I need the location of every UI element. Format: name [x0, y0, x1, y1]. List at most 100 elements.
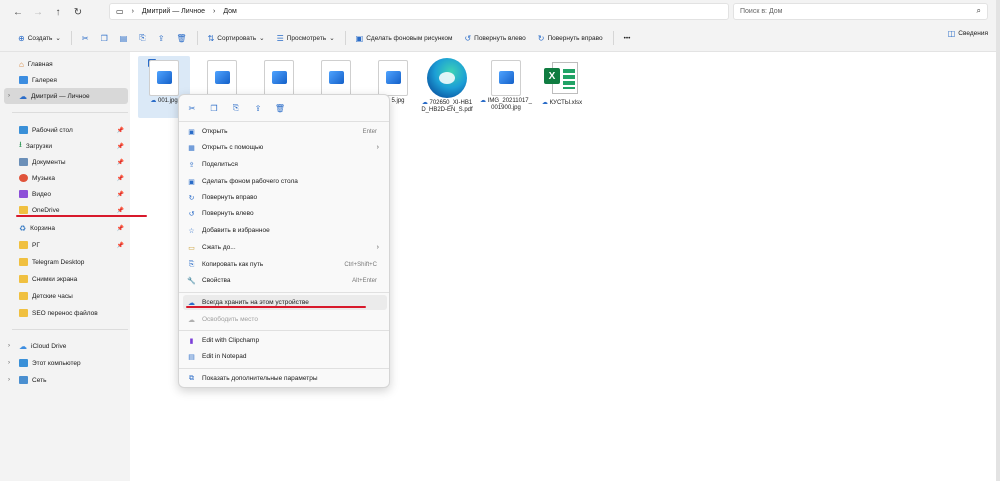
- rename-icon[interactable]: ⎘: [229, 101, 243, 115]
- sidebar-item-onedrive-personal[interactable]: › ☁ Дмитрий — Личное: [4, 88, 128, 104]
- rename-button[interactable]: ⎘: [133, 29, 151, 47]
- set-background-button[interactable]: ▣ Сделать фоновым рисунком: [350, 29, 459, 47]
- sidebar-item-label: OneDrive: [32, 206, 60, 214]
- sidebar-item-desktop[interactable]: Рабочий стол 📌: [4, 122, 128, 138]
- create-button[interactable]: ⊕ Создать ⌄: [12, 29, 67, 47]
- more-button[interactable]: •••: [618, 29, 637, 47]
- sidebar-item-network[interactable]: › Сеть: [4, 372, 128, 388]
- image-file-icon: [264, 60, 294, 96]
- breadcrumb-folder[interactable]: Дом: [223, 8, 237, 15]
- file-item[interactable]: [253, 56, 305, 98]
- back-arrow-icon[interactable]: ←: [8, 2, 28, 22]
- sidebar-item-label: Документы: [32, 158, 66, 166]
- file-item[interactable]: [196, 56, 248, 98]
- sort-button[interactable]: ⇅ Сортировать ⌄: [202, 29, 271, 47]
- file-name: 702650_XI-HB1D_HB2D-EN_S.pdf: [421, 100, 473, 113]
- rotate-left-label: Повернуть влево: [474, 34, 526, 42]
- file-name: КУСТЫ.xlsx: [549, 100, 583, 106]
- rotate-left-button[interactable]: ↺ Повернуть влево: [458, 29, 531, 47]
- menu-item-label: Добавить в избранное: [202, 227, 270, 234]
- cut-button[interactable]: ✂: [76, 29, 95, 47]
- up-arrow-icon[interactable]: ↑: [48, 2, 68, 22]
- sidebar-item-documents[interactable]: Документы 📌: [4, 154, 128, 170]
- chevron-right-icon[interactable]: ›: [8, 343, 10, 349]
- view-button[interactable]: ☰ Просмотреть ⌄: [271, 29, 341, 47]
- forward-arrow-icon[interactable]: →: [28, 2, 48, 22]
- menu-divider: [179, 121, 389, 122]
- sidebar-item-rg[interactable]: РГ 📌: [4, 237, 128, 253]
- sidebar-item-seo-transfer[interactable]: SEO перенос файлов: [4, 305, 128, 321]
- breadcrumb-account[interactable]: Дмитрий — Личное: [142, 8, 205, 15]
- sidebar-item-gallery[interactable]: Галерея: [4, 72, 128, 88]
- file-item[interactable]: ☁ 702650_XI-HB1D_HB2D-EN_S.pdf: [421, 56, 473, 114]
- menu-item-properties[interactable]: 🔧 Свойства Alt+Enter: [183, 273, 387, 288]
- pin-icon[interactable]: 📌: [117, 225, 124, 232]
- rotate-right-button[interactable]: ↻ Повернуть вправо: [532, 29, 609, 47]
- menu-item-compress-to[interactable]: ▭ Сжать до... ›: [183, 240, 387, 255]
- chevron-right-icon[interactable]: ›: [8, 377, 10, 383]
- menu-item-open[interactable]: ▣ Открыть Enter: [183, 124, 387, 139]
- sidebar-item-telegram-desktop[interactable]: Telegram Desktop: [4, 254, 128, 270]
- copy-button[interactable]: ❐: [95, 29, 114, 47]
- menu-item-show-more-options[interactable]: ⧉ Показать дополнительные параметры: [183, 371, 387, 386]
- delete-button[interactable]: 🗑: [170, 29, 192, 47]
- menu-shortcut: Enter: [362, 128, 377, 135]
- refresh-icon[interactable]: ↻: [68, 2, 88, 22]
- menu-item-copy-as-path[interactable]: ⎘ Копировать как путь Ctrl+Shift+C: [183, 257, 387, 272]
- pin-icon[interactable]: 📌: [117, 175, 124, 182]
- rotate-left-icon: ↺: [464, 33, 472, 43]
- sidebar-item-home[interactable]: ⌂ Главная: [4, 56, 128, 72]
- video-icon: [19, 190, 28, 198]
- pin-icon[interactable]: 📌: [117, 143, 124, 150]
- create-label: Создать: [27, 34, 53, 42]
- sort-icon: ⇅: [207, 33, 215, 43]
- sidebar-item-music[interactable]: Музыка 📌: [4, 170, 128, 186]
- menu-item-label: Edit in Notepad: [202, 353, 247, 360]
- file-item[interactable]: ☁ IMG_20211017_001900.jpg: [480, 56, 532, 112]
- file-name: IMG_20211017_001900.jpg: [487, 98, 532, 111]
- address-bar[interactable]: ▭ › Дмитрий — Личное › Дом: [109, 3, 729, 20]
- menu-item-edit-in-notepad[interactable]: ▤ Edit in Notepad: [183, 349, 387, 364]
- folder-icon: [19, 206, 28, 214]
- file-item[interactable]: [310, 56, 362, 98]
- music-icon: [19, 174, 28, 182]
- scissors-icon[interactable]: ✂: [185, 101, 199, 115]
- paste-button[interactable]: ▤: [114, 29, 134, 47]
- sidebar-item-kids-watch[interactable]: Детские часы: [4, 288, 128, 304]
- menu-item-share[interactable]: ⇪ Поделиться: [183, 157, 387, 172]
- sidebar-item-icloud-drive[interactable]: › ☁ iCloud Drive: [4, 338, 128, 354]
- trash-icon[interactable]: 🗑: [273, 101, 287, 115]
- menu-item-label: Открыть: [202, 128, 228, 135]
- share-button[interactable]: ⇪: [152, 29, 171, 47]
- more-options-icon: ⧉: [189, 374, 194, 382]
- home-icon: ⌂: [19, 59, 24, 69]
- menu-item-open-with[interactable]: ▦ Открыть с помощью ›: [183, 140, 387, 155]
- menu-item-edit-with-clipchamp[interactable]: ▮ Edit with Clipchamp: [183, 333, 387, 348]
- pin-icon[interactable]: 📌: [117, 207, 124, 214]
- menu-item-set-desktop-background[interactable]: ▣ Сделать фоном рабочего стола: [183, 174, 387, 189]
- copy-icon[interactable]: ❐: [207, 101, 221, 115]
- pin-icon[interactable]: 📌: [117, 159, 124, 166]
- menu-item-rotate-right[interactable]: ↻ Повернуть вправо: [183, 190, 387, 205]
- menu-item-add-to-favorites[interactable]: ☆ Добавить в избранное: [183, 223, 387, 238]
- search-input[interactable]: Поиск в: Дом ⌕: [733, 3, 988, 20]
- pin-icon[interactable]: 📌: [117, 127, 124, 134]
- menu-item-rotate-left[interactable]: ↺ Повернуть влево: [183, 206, 387, 221]
- documents-icon: [19, 158, 28, 166]
- clipchamp-icon: ▮: [189, 337, 194, 345]
- cloud-icon: ☁: [19, 91, 27, 101]
- file-item[interactable]: X ☁ КУСТЫ.xlsx: [536, 56, 588, 107]
- sidebar-item-videos[interactable]: Видео 📌: [4, 186, 128, 202]
- details-button[interactable]: ◫ Сведения: [948, 29, 988, 38]
- desktop-icon: [19, 126, 28, 134]
- pin-icon[interactable]: 📌: [117, 191, 124, 198]
- share-icon[interactable]: ⇪: [251, 101, 265, 115]
- sidebar-item-this-pc[interactable]: › Этот компьютер: [4, 355, 128, 371]
- chevron-right-icon[interactable]: ›: [8, 360, 10, 366]
- sidebar-item-recycle-bin[interactable]: ♻ Корзина 📌: [4, 220, 128, 236]
- sidebar-item-screenshots[interactable]: Снимки экрана: [4, 271, 128, 287]
- pin-icon[interactable]: 📌: [117, 242, 124, 249]
- chevron-right-icon[interactable]: ›: [8, 93, 10, 99]
- chevron-down-icon: ⌄: [55, 35, 61, 42]
- sidebar-item-downloads[interactable]: ⭳ Загрузки 📌: [4, 138, 128, 154]
